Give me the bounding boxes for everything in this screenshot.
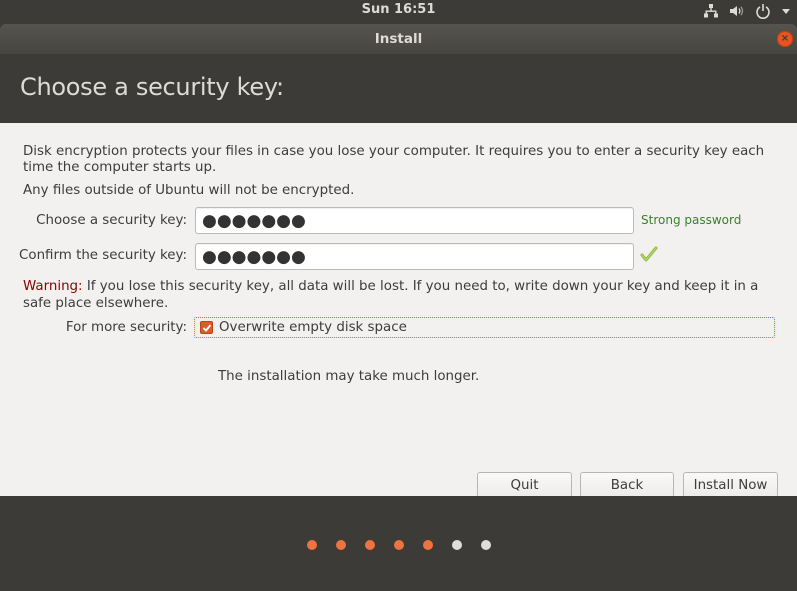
network-icon[interactable] bbox=[703, 3, 719, 19]
step-dot bbox=[365, 540, 375, 550]
step-dot bbox=[394, 540, 404, 550]
step-indicator bbox=[307, 540, 491, 550]
power-icon[interactable] bbox=[755, 3, 771, 19]
step-dot bbox=[452, 540, 462, 550]
encryption-scope-text: Any files outside of Ubuntu will not be … bbox=[23, 183, 355, 198]
checkbox-check-icon bbox=[202, 323, 211, 332]
page-title: Choose a security key: bbox=[20, 73, 284, 101]
warning-text: Warning: If you lose this security key, … bbox=[23, 278, 783, 312]
overwrite-checkbox-label[interactable]: Overwrite empty disk space bbox=[219, 320, 407, 335]
checkmark-icon bbox=[640, 245, 658, 263]
more-security-label: For more security: bbox=[65, 320, 187, 335]
warning-body: If you lose this security key, all data … bbox=[23, 279, 759, 311]
system-tray bbox=[703, 2, 791, 20]
step-dot bbox=[423, 540, 433, 550]
security-key-input[interactable]: ●●●●●●● bbox=[195, 207, 634, 234]
security-key-label: Choose a security key: bbox=[36, 213, 187, 228]
intro-text: Disk encryption protects your files in c… bbox=[23, 144, 765, 175]
overwrite-checkbox[interactable] bbox=[200, 321, 213, 334]
close-icon[interactable]: × bbox=[777, 31, 793, 47]
installer-window: Install × Choose a security key: Disk en… bbox=[0, 24, 797, 591]
top-bar: Sun 16:51 bbox=[0, 0, 797, 22]
step-dot bbox=[336, 540, 346, 550]
title-bar[interactable]: Install × bbox=[0, 24, 797, 54]
confirm-key-input[interactable]: ●●●●●●● bbox=[195, 243, 634, 270]
overwrite-disk-option[interactable]: Overwrite empty disk space bbox=[194, 317, 775, 338]
window-title: Install bbox=[374, 31, 423, 47]
step-dot bbox=[481, 540, 491, 550]
password-strength: Strong password bbox=[641, 213, 742, 227]
progress-footer bbox=[0, 496, 797, 591]
confirm-key-label: Confirm the security key: bbox=[19, 248, 187, 263]
menu-dropdown-icon[interactable] bbox=[781, 6, 791, 16]
step-dot bbox=[307, 540, 317, 550]
clock[interactable]: Sun 16:51 bbox=[0, 2, 797, 17]
overwrite-note: The installation may take much longer. bbox=[218, 369, 480, 384]
warning-label: Warning: bbox=[23, 279, 83, 294]
volume-icon[interactable] bbox=[729, 3, 745, 19]
content-panel: Disk encryption protects your files in c… bbox=[0, 123, 797, 500]
page-header: Choose a security key: bbox=[0, 54, 797, 123]
